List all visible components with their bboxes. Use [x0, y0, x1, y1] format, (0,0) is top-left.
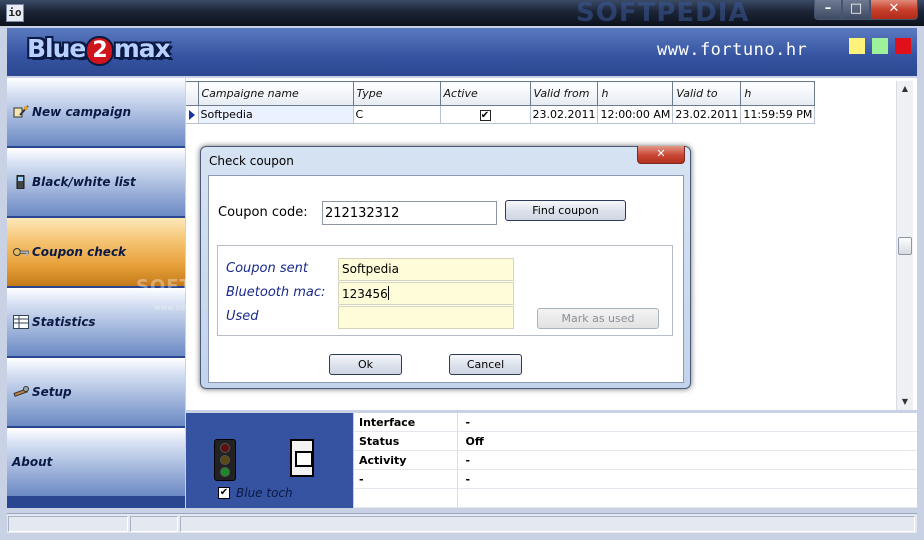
table-row: -- [354, 469, 917, 490]
app-icon[interactable]: io [6, 4, 24, 22]
traffic-light-icon [214, 439, 236, 481]
status-value: - [457, 469, 917, 490]
dialog-close-button[interactable]: ✕ [637, 146, 685, 164]
status-pane [180, 516, 915, 532]
close-window-button[interactable]: ✕ [870, 0, 918, 20]
status-value: Off [457, 431, 917, 452]
bluetooth-mac-field[interactable]: 123456 [338, 282, 514, 305]
green-indicator [872, 38, 888, 54]
column-header-h-from[interactable]: h [597, 81, 674, 106]
bluetooth-panel: ✔ Blue toch [186, 413, 353, 508]
table-row [354, 488, 917, 508]
text-caret [387, 286, 389, 300]
table-row: Status Off [354, 431, 917, 452]
column-header-campaigne-name[interactable]: Campaigne name [197, 81, 354, 106]
table-header-row: Campaigne name Type Active Valid from h … [186, 81, 816, 106]
scroll-thumb[interactable] [898, 237, 912, 255]
used-label: Used [226, 309, 259, 324]
minimize-button[interactable]: – [814, 0, 842, 20]
title-bar: io SOFTPEDIA – □ ✕ [0, 0, 924, 28]
bluetooth-mac-value: 123456 [342, 287, 388, 301]
status-key [354, 488, 458, 508]
cell-campaign-name[interactable]: Softpedia [197, 105, 354, 124]
mark-as-used-button[interactable]: Mark as used [537, 308, 659, 329]
active-checkbox[interactable]: ✔ [479, 110, 491, 121]
cell-h-to[interactable]: 11:59:59 PM [740, 105, 816, 124]
row-header-corner [186, 81, 199, 106]
watermark-text: SOFTPEDIA [576, 0, 750, 28]
sidebar-item-new-campaign[interactable]: New campaign [7, 78, 185, 147]
coupon-details-group: Coupon sent Softpedia Bluetooth mac: 123… [217, 245, 673, 336]
cell-valid-from[interactable]: 23.02.2011 [529, 105, 599, 124]
red-indicator [895, 38, 911, 54]
blue2max-logo: Blue 2 max [27, 34, 171, 66]
table-row[interactable]: Softpedia C ✔ 23.02.2011 12:00:00 AM 23.… [186, 105, 816, 124]
phone-icon [16, 175, 25, 189]
cancel-button[interactable]: Cancel [449, 354, 522, 375]
yellow-indicator [849, 38, 865, 54]
computer-icon [290, 439, 314, 477]
status-pane [8, 516, 128, 532]
sidebar-item-label: Setup [32, 385, 72, 399]
sidebar-item-statistics[interactable]: Statistics [7, 288, 185, 357]
app-header: Blue 2 max www.fortuno.hr [7, 28, 917, 76]
wand-icon [13, 105, 29, 118]
status-key: Status [354, 431, 458, 452]
status-value [457, 488, 917, 508]
find-coupon-button[interactable]: Find coupon [505, 200, 626, 221]
coupon-code-label: Coupon code: [218, 205, 308, 220]
coupon-sent-label: Coupon sent [226, 261, 308, 276]
cell-type[interactable]: C [352, 105, 441, 124]
ok-button[interactable]: Ok [329, 354, 402, 375]
bluetooth-label: Blue toch [236, 486, 293, 500]
website-link[interactable]: www.fortuno.hr [657, 40, 807, 60]
sidebar-item-label: About [12, 455, 53, 469]
vertical-scrollbar[interactable]: ▲ ▼ [896, 81, 913, 410]
column-header-active[interactable]: Active [439, 81, 531, 106]
row-indicator [186, 105, 199, 124]
sidebar-item-label: Coupon check [32, 245, 127, 259]
status-key: Activity [354, 450, 458, 471]
status-bar [7, 513, 917, 533]
campaign-table: Campaigne name Type Active Valid from h … [186, 81, 816, 124]
status-table: Interface - Status Off Activity - -- [354, 413, 917, 508]
dialog-title: Check coupon [209, 154, 294, 168]
column-header-h-to[interactable]: h [740, 81, 816, 106]
bluetooth-mac-label: Bluetooth mac: [226, 285, 326, 300]
sidebar-item-setup[interactable]: Setup [7, 358, 185, 427]
table-icon [13, 315, 29, 329]
sidebar-item-label: New campaign [32, 105, 132, 119]
sidebar-item-label: Black/white list [32, 175, 136, 189]
cell-active[interactable]: ✔ [439, 105, 531, 124]
status-value: - [457, 450, 917, 471]
cell-h-from[interactable]: 12:00:00 AM [597, 105, 674, 124]
used-field[interactable] [338, 306, 514, 329]
table-row: Interface - [354, 413, 917, 433]
sidebar-item-black-white-list[interactable]: Black/white list [7, 148, 185, 217]
cell-valid-to[interactable]: 23.02.2011 [672, 105, 742, 124]
coupon-code-input[interactable]: 212132312 [322, 201, 497, 225]
check-coupon-dialog: Check coupon ✕ Coupon code: 212132312 Fi… [200, 146, 691, 389]
coupon-sent-field[interactable]: Softpedia [338, 258, 514, 281]
status-pane [130, 516, 178, 532]
bluetooth-checkbox[interactable]: ✔ [218, 487, 230, 499]
column-header-valid-to[interactable]: Valid to [672, 81, 742, 106]
table-row: Activity - [354, 450, 917, 471]
status-key: - [354, 469, 458, 490]
scroll-up-icon[interactable]: ▲ [897, 81, 913, 97]
column-header-valid-from[interactable]: Valid from [529, 81, 599, 106]
maximize-button[interactable]: □ [842, 0, 870, 20]
tools-icon [13, 386, 29, 397]
sidebar-item-label: Statistics [32, 315, 96, 329]
status-key: Interface [354, 413, 458, 433]
sidebar-item-about[interactable]: About [7, 428, 185, 497]
key-icon [13, 248, 29, 256]
scroll-down-icon[interactable]: ▼ [897, 394, 913, 410]
status-value: - [457, 413, 917, 433]
column-header-type[interactable]: Type [352, 81, 441, 106]
dialog-body: Coupon code: 212132312 Find coupon Coupo… [208, 175, 684, 383]
row-pointer-icon [189, 109, 195, 120]
